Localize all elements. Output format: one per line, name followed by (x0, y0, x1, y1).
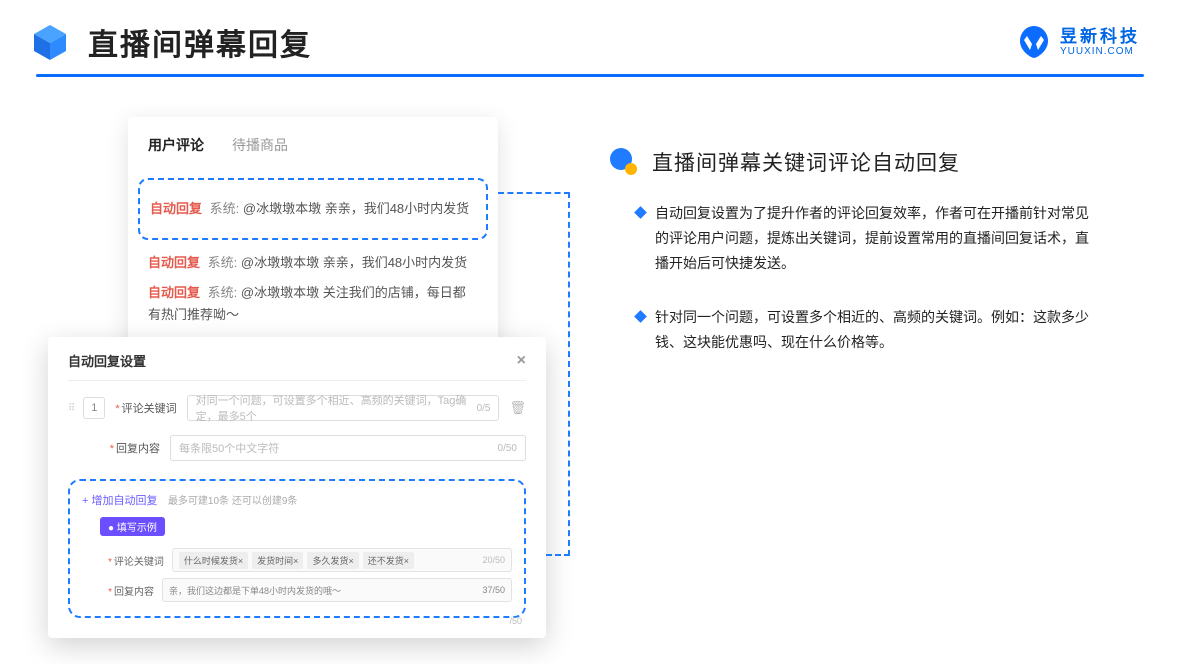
keyword-chip[interactable]: 多久发货× (307, 552, 358, 569)
example-pill: ● 填写示例 (100, 517, 165, 536)
keyword-row: ⠿ 1 *评论关键词 对同一个问题，可设置多个相近、高频的关键词，Tag确定，最… (68, 395, 526, 421)
brand-block: 昱新科技 YUUXIN.COM (1016, 24, 1140, 60)
brand-url: YUUXIN.COM (1060, 47, 1140, 57)
content-label: 回复内容 (116, 443, 160, 455)
bullet-item: 针对同一个问题，可设置多个相近的、高频的关键词。例如：这款多少钱、这块能优惠吗、… (636, 305, 1096, 355)
brand-name: 昱新科技 (1060, 28, 1140, 45)
delete-icon[interactable]: 🗑 (509, 400, 526, 416)
bullet-item: 自动回复设置为了提升作者的评论回复效率，作者可在开播前针对常见的评论用户问题，提… (636, 201, 1096, 277)
connector-line (498, 192, 570, 194)
comment-text: @冰墩墩本墩 亲亲，我们48小时内发货 (243, 201, 469, 216)
auto-reply-badge: 自动回复 (150, 201, 202, 216)
ex-keyword-label: 评论关键词 (114, 557, 164, 568)
tab-user-comments[interactable]: 用户评论 (148, 135, 204, 163)
comments-tabs: 用户评论 待播商品 (148, 135, 478, 164)
keyword-input[interactable]: 对同一个问题，可设置多个相近、高频的关键词，Tag确定，最多5个 0/5 (187, 395, 500, 421)
ex-keyword-count: 20/50 (482, 555, 505, 565)
diamond-bullet-icon (634, 206, 647, 219)
example-content-row: *回复内容 亲，我们这边都是下单48小时内发货的哦～ 37/50 (108, 578, 512, 602)
bullet-text: 自动回复设置为了提升作者的评论回复效率，作者可在开播前针对常见的评论用户问题，提… (655, 201, 1096, 277)
page-title: 直播间弹幕回复 (88, 20, 312, 64)
auto-reply-settings-panel: 自动回复设置 × ⠿ 1 *评论关键词 对同一个问题，可设置多个相近、高频的关键… (48, 337, 546, 638)
diamond-bullet-icon (634, 310, 647, 323)
keyword-chip[interactable]: 还不发货× (363, 552, 414, 569)
content-placeholder: 每条限50个中文字符 (179, 440, 279, 456)
right-column: 直播间弹幕关键词评论自动回复 自动回复设置为了提升作者的评论回复效率，作者可在开… (608, 117, 1132, 383)
content-row: *回复内容 每条限50个中文字符 0/50 (68, 435, 526, 461)
system-label: 系统: (208, 255, 238, 270)
auto-reply-badge: 自动回复 (148, 285, 200, 300)
content-count: 0/50 (498, 443, 517, 454)
tab-pending-goods[interactable]: 待播商品 (232, 135, 288, 163)
comment-row: 自动回复 系统: @冰墩墩本墩 亲亲，我们48小时内发货 (150, 198, 476, 220)
auto-reply-badge: 自动回复 (148, 255, 200, 270)
close-icon[interactable]: × (517, 352, 526, 370)
left-column: 用户评论 待播商品 自动回复 系统: @冰墩墩本墩 亲亲，我们48小时内发货 自… (48, 117, 568, 383)
settings-title: 自动回复设置 (68, 351, 146, 370)
keyword-chip[interactable]: 发货时间× (252, 552, 303, 569)
content-input[interactable]: 每条限50个中文字符 0/50 (170, 435, 526, 461)
ex-content-value: 亲，我们这边都是下单48小时内发货的哦～ (169, 584, 341, 597)
example-keyword-input[interactable]: 什么时候发货× 发货时间× 多久发货× 还不发货× 20/50 (172, 548, 512, 572)
system-label: 系统: (208, 285, 238, 300)
drag-handle-icon[interactable]: ⠿ (68, 403, 73, 414)
page-header: 直播间弹幕回复 昱新科技 YUUXIN.COM (0, 0, 1180, 74)
example-content-input[interactable]: 亲，我们这边都是下单48小时内发货的哦～ 37/50 (162, 578, 512, 602)
section-header: 直播间弹幕关键词评论自动回复 (608, 147, 1132, 177)
section-title: 直播间弹幕关键词评论自动回复 (652, 147, 960, 177)
example-keyword-row: *评论关键词 什么时候发货× 发货时间× 多久发货× 还不发货× 20/50 (108, 548, 512, 572)
stray-count: /50 (509, 616, 522, 626)
system-label: 系统: (210, 201, 240, 216)
brand-logo-icon (1016, 24, 1052, 60)
add-auto-reply-link[interactable]: + 增加自动回复 (82, 495, 157, 507)
keyword-placeholder: 对同一个问题，可设置多个相近、高频的关键词，Tag确定，最多5个 (196, 392, 477, 424)
ex-content-label: 回复内容 (114, 587, 154, 598)
comment-row: 自动回复 系统: @冰墩墩本墩 亲亲，我们48小时内发货 (148, 252, 478, 274)
connector-line (568, 192, 570, 556)
bullet-text: 针对同一个问题，可设置多个相近的、高频的关键词。例如：这款多少钱、这块能优惠吗、… (655, 305, 1096, 355)
add-sub-text: 最多可建10条 还可以创建9条 (168, 496, 297, 507)
index-box: 1 (83, 397, 105, 419)
highlighted-comment: 自动回复 系统: @冰墩墩本墩 亲亲，我们48小时内发货 (138, 178, 488, 240)
chat-bubble-icon (608, 147, 638, 177)
cube-icon (30, 22, 70, 62)
example-block: + 增加自动回复 最多可建10条 还可以创建9条 ● 填写示例 *评论关键词 什… (68, 479, 526, 618)
keyword-count: 0/5 (477, 403, 491, 414)
ex-content-count: 37/50 (482, 585, 505, 595)
comment-text: @冰墩墩本墩 亲亲，我们48小时内发货 (241, 255, 467, 270)
keyword-label: 评论关键词 (122, 403, 177, 415)
comment-row: 自动回复 系统: @冰墩墩本墩 关注我们的店铺，每日都有热门推荐呦～ (148, 282, 478, 326)
connector-line (546, 554, 570, 556)
keyword-chip[interactable]: 什么时候发货× (179, 552, 248, 569)
